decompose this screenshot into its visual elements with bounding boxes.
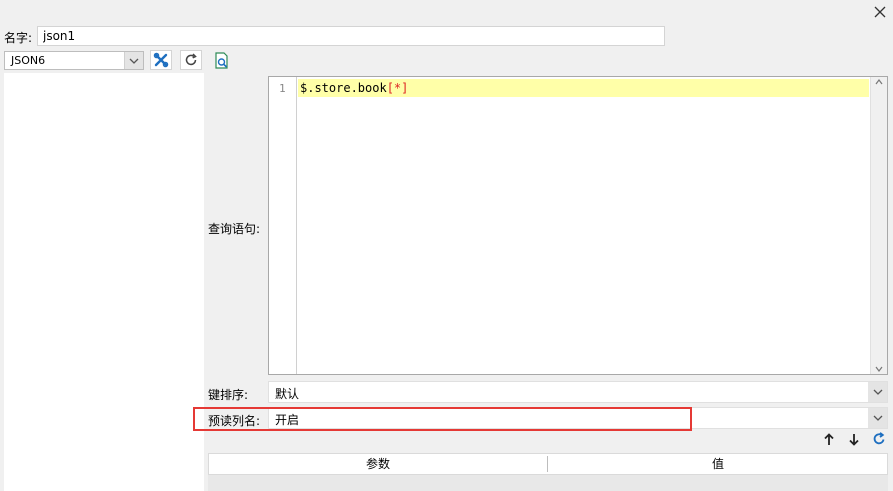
column-header-value[interactable]: 值 bbox=[549, 456, 887, 472]
connection-select[interactable]: JSON6 bbox=[4, 51, 144, 70]
sort-select[interactable]: 默认 bbox=[268, 381, 888, 403]
code-text: $.store.book bbox=[300, 81, 387, 95]
line-gutter: 1 bbox=[269, 77, 297, 374]
editor-scrollbar[interactable] bbox=[870, 77, 887, 374]
name-label: 名字: bbox=[4, 31, 33, 45]
column-header-param[interactable]: 参数 bbox=[209, 456, 548, 472]
wrench-icon bbox=[153, 52, 169, 68]
params-table-body[interactable] bbox=[208, 475, 888, 491]
connection-value: JSON6 bbox=[11, 54, 46, 67]
close-button[interactable] bbox=[870, 2, 890, 22]
sort-label: 键排序: bbox=[208, 388, 249, 402]
name-input[interactable] bbox=[37, 26, 665, 46]
sort-value: 默认 bbox=[275, 387, 300, 401]
refresh-icon bbox=[185, 53, 197, 66]
query-editor[interactable]: 1 $.store.book[*] bbox=[268, 76, 888, 375]
move-down-button[interactable] bbox=[845, 430, 863, 448]
preread-value: 开启 bbox=[275, 413, 300, 427]
arrow-down-icon bbox=[849, 433, 859, 446]
preview-button[interactable] bbox=[213, 51, 231, 71]
preview-icon bbox=[215, 52, 228, 69]
line-number: 1 bbox=[279, 82, 286, 95]
code-bracket: [*] bbox=[386, 81, 409, 95]
arrow-up-icon bbox=[824, 432, 834, 445]
chevron-down-icon bbox=[868, 382, 887, 402]
close-icon bbox=[874, 6, 886, 18]
move-up-button[interactable] bbox=[820, 430, 838, 448]
preread-select[interactable]: 开启 bbox=[268, 407, 888, 429]
query-label: 查询语句: bbox=[208, 222, 261, 236]
params-table-header: 参数 值 bbox=[208, 453, 888, 475]
reload-icon bbox=[873, 432, 885, 445]
reload-params-button[interactable] bbox=[870, 430, 888, 448]
edit-connection-button[interactable] bbox=[150, 50, 172, 70]
refresh-button[interactable] bbox=[180, 50, 202, 70]
chevron-down-icon bbox=[868, 408, 887, 428]
scroll-up-icon bbox=[875, 79, 883, 85]
code-line[interactable]: $.store.book[*] bbox=[298, 79, 869, 97]
chevron-down-icon bbox=[124, 52, 143, 69]
params-table[interactable]: 参数 值 bbox=[208, 453, 888, 491]
table-tree-panel[interactable] bbox=[4, 73, 204, 491]
scroll-down-icon bbox=[875, 366, 883, 372]
preread-label: 预读列名: bbox=[208, 414, 261, 428]
